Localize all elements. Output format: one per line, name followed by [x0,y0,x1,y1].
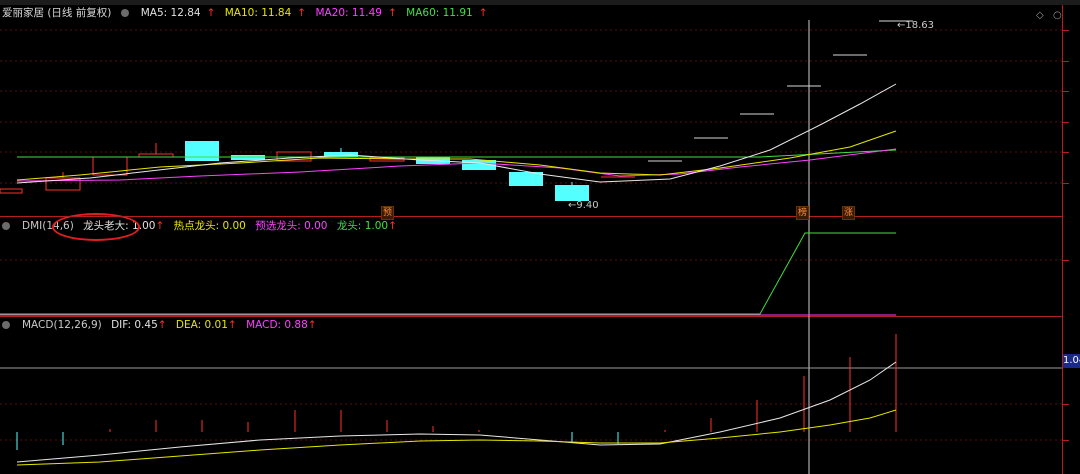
axis-tick [1063,91,1069,92]
dif-line [16,361,897,463]
axis-tick [1063,440,1069,441]
ma10-line [16,130,897,181]
axis-tick [1063,152,1069,153]
candle-down [185,141,219,161]
low-price-label: ←9.40 [568,200,599,211]
candle-down [555,185,589,201]
signal-tag-zhang[interactable]: 涨 [842,206,855,220]
macd-axis-value: 1.04 [1063,354,1080,368]
axis-tick [1063,30,1069,31]
axis-tick [1063,260,1069,261]
axis-tick [1063,183,1069,184]
signal-tag-bang[interactable]: 榜 [796,206,809,220]
axis-tick [1063,122,1069,123]
axis-tick [1063,61,1069,62]
high-price-label: ←18.63 [897,20,935,31]
signal-tag-yu[interactable]: 预 [381,206,394,220]
macd-histogram [16,334,897,450]
dea-line [16,409,897,466]
kline-chart[interactable] [0,0,1062,474]
candles [0,20,913,201]
axis-tick [1063,404,1069,405]
longtou-line [0,232,896,315]
candle-up [0,188,23,194]
